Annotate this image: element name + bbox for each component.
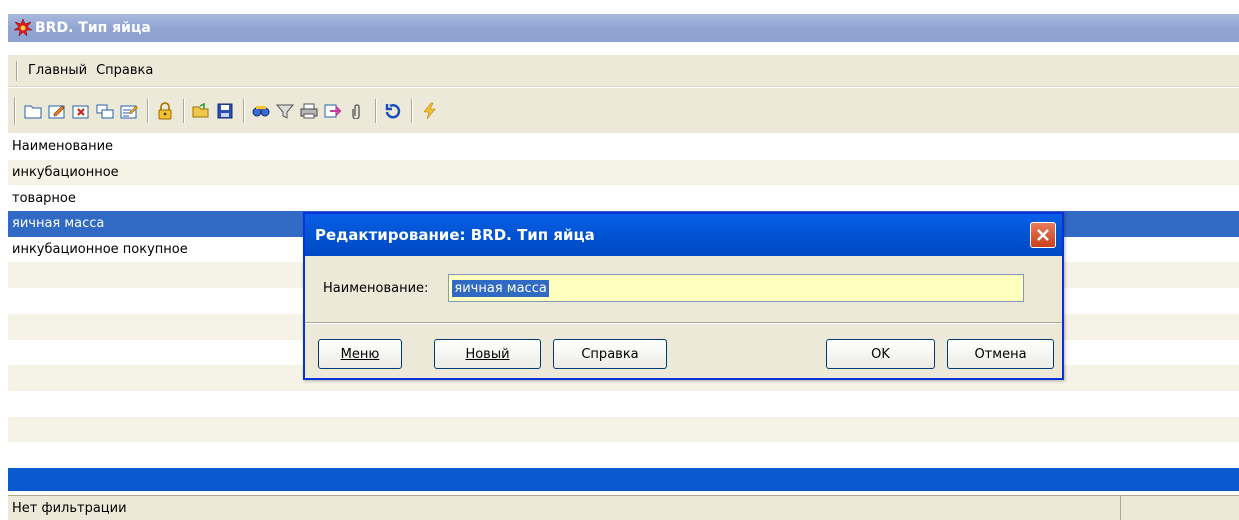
dialog-titlebar[interactable]: Редактирование: BRD. Тип яйца bbox=[305, 214, 1062, 256]
table-cell: яичная масса bbox=[12, 216, 105, 232]
window-title: BRD. Тип яйца bbox=[35, 20, 151, 36]
close-icon bbox=[1037, 229, 1049, 241]
close-button[interactable] bbox=[1030, 222, 1056, 248]
toolbar-separator bbox=[243, 98, 245, 123]
toolbar-separator bbox=[183, 98, 185, 123]
menu-item-main[interactable]: Главный bbox=[28, 63, 87, 78]
print-icon[interactable] bbox=[298, 99, 319, 123]
table-row-empty[interactable] bbox=[8, 416, 1239, 443]
find-icon[interactable] bbox=[250, 99, 271, 123]
table-row[interactable]: инкубационное bbox=[8, 159, 1239, 186]
footer-bar bbox=[8, 468, 1239, 491]
attach-icon[interactable] bbox=[346, 99, 367, 123]
status-bar: Нет фильтрации bbox=[8, 495, 1239, 520]
column-header-name: Наименование bbox=[12, 139, 114, 155]
menu-button[interactable]: Меню bbox=[318, 339, 402, 369]
name-field[interactable]: яичная масса bbox=[448, 274, 1025, 302]
menu-bar: Главный Справка bbox=[8, 55, 1239, 87]
name-field-row: Наименование: яичная масса bbox=[323, 274, 1025, 302]
toolbar-separator bbox=[411, 98, 413, 123]
toolbar-separator bbox=[375, 98, 377, 123]
ok-button[interactable]: OK bbox=[826, 339, 935, 369]
name-field-label: Наименование: bbox=[323, 280, 429, 296]
menu-grip[interactable] bbox=[16, 60, 18, 81]
dialog-divider bbox=[305, 322, 1062, 324]
menu-item-help[interactable]: Справка bbox=[96, 63, 153, 78]
name-field-value: яичная масса bbox=[452, 279, 549, 297]
table-row[interactable]: товарное bbox=[8, 185, 1239, 212]
dialog-title: Редактирование: BRD. Тип яйца bbox=[315, 226, 595, 244]
toolbar bbox=[8, 88, 1239, 133]
filter-icon[interactable] bbox=[274, 99, 295, 123]
export-icon[interactable] bbox=[322, 99, 343, 123]
run-icon[interactable] bbox=[418, 99, 439, 123]
table-cell: инкубационное bbox=[12, 165, 119, 181]
status-panel-right bbox=[1121, 495, 1239, 520]
status-panel: Нет фильтрации bbox=[8, 495, 1121, 520]
save-icon[interactable] bbox=[214, 99, 235, 123]
edit-icon[interactable] bbox=[46, 99, 67, 123]
new-button[interactable]: Новый bbox=[434, 339, 541, 369]
edit-list-icon[interactable] bbox=[118, 99, 139, 123]
star-burst-icon bbox=[14, 19, 32, 37]
table-row-empty[interactable] bbox=[8, 390, 1239, 417]
copy-icon[interactable] bbox=[94, 99, 115, 123]
refresh-icon[interactable] bbox=[382, 99, 403, 123]
table-cell: инкубационное покупное bbox=[12, 242, 188, 258]
cancel-button[interactable]: Отмена bbox=[947, 339, 1054, 369]
grid-header[interactable]: Наименование bbox=[8, 134, 1239, 160]
table-cell: товарное bbox=[12, 190, 76, 206]
lock-icon[interactable] bbox=[154, 99, 175, 123]
delete-icon[interactable] bbox=[70, 99, 91, 123]
toolbar-separator bbox=[147, 98, 149, 123]
new-folder-icon[interactable] bbox=[22, 99, 43, 123]
window-titlebar: BRD. Тип яйца bbox=[8, 14, 1239, 42]
edit-dialog: Редактирование: BRD. Тип яйца Наименован… bbox=[303, 212, 1064, 380]
open-folder-icon[interactable] bbox=[190, 99, 211, 123]
table-row-empty[interactable] bbox=[8, 442, 1239, 468]
help-button[interactable]: Справка bbox=[553, 339, 667, 369]
toolbar-grip[interactable] bbox=[14, 96, 16, 125]
status-text: Нет фильтрации bbox=[12, 500, 127, 516]
